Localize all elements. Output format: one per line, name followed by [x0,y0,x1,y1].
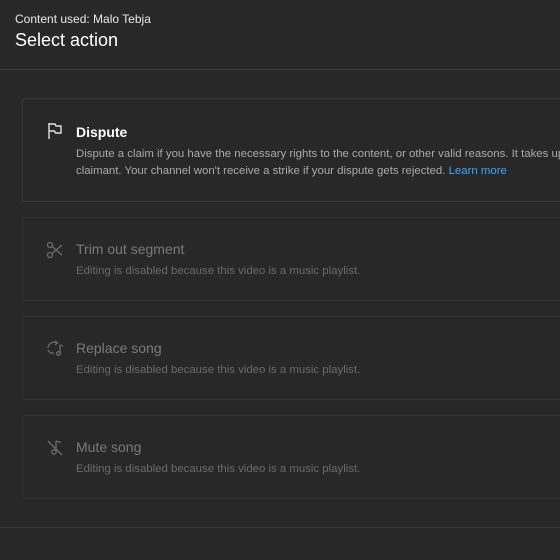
dispute-description: Dispute a claim if you have the necessar… [76,146,560,180]
header-divider [0,69,560,70]
dialog-title: Select action [15,30,119,50]
replace-music-icon [45,339,65,359]
dispute-option[interactable]: Dispute Dispute a claim if you have the … [22,98,560,202]
flag-icon [45,121,65,141]
content-used-text: Content used: Malo Tebja [15,12,151,26]
dispute-description-line-2: claimant. Your channel won't receive a s… [76,163,560,180]
dialog-header: Content used: Malo Tebja Select action [0,0,560,70]
trim-segment-label: Trim out segment [76,241,185,257]
replace-song-description: Editing is disabled because this video i… [76,364,361,376]
mute-music-icon [45,438,65,458]
dispute-description-text: claimant. Your channel won't receive a s… [76,165,446,177]
mute-song-option: Mute song Editing is disabled because th… [22,415,560,499]
dispute-description-line-1: Dispute a claim if you have the necessar… [76,148,560,160]
footer-divider [0,527,560,528]
trim-segment-description: Editing is disabled because this video i… [76,265,361,277]
trim-segment-option: Trim out segment Editing is disabled bec… [22,217,560,301]
learn-more-link[interactable]: Learn more [449,165,507,177]
mute-song-label: Mute song [76,439,142,455]
scissors-icon [45,240,65,260]
dispute-label: Dispute [76,124,128,140]
replace-song-option: Replace song Editing is disabled because… [22,316,560,400]
replace-song-label: Replace song [76,340,162,356]
mute-song-description: Editing is disabled because this video i… [76,463,361,475]
select-action-dialog: Content used: Malo Tebja Select action D… [0,0,560,560]
